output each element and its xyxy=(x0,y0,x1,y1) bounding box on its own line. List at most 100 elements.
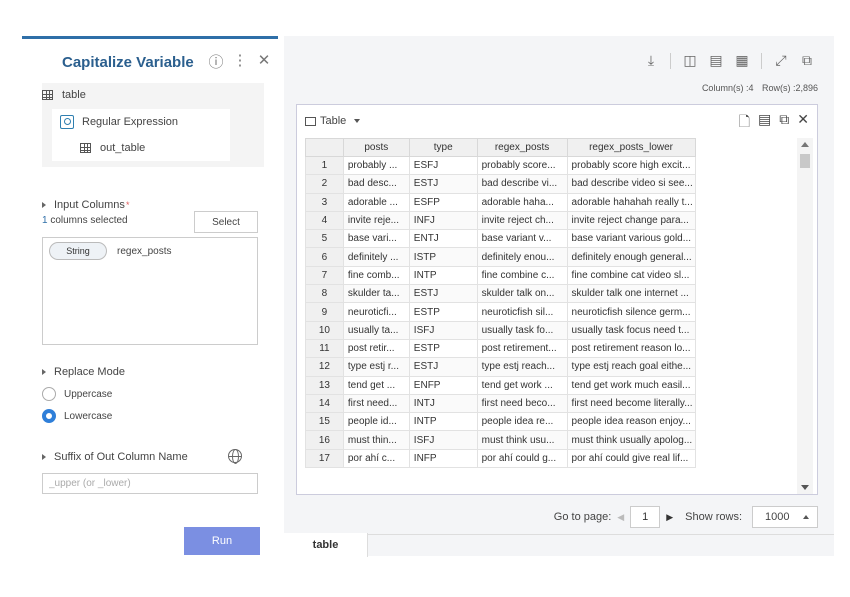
table-cell[interactable]: por ahí could give real lif... xyxy=(566,448,696,469)
table-cell[interactable]: usually ta... xyxy=(342,320,410,340)
table-cell[interactable]: first need... xyxy=(342,393,410,414)
replace-mode-section[interactable]: Replace Mode xyxy=(42,366,125,378)
input-columns-section[interactable]: Input Columns * xyxy=(42,199,129,211)
tree-item-operator[interactable]: Regular Expression xyxy=(52,109,230,135)
table-cell[interactable]: tend get ... xyxy=(342,375,410,395)
table-cell[interactable]: invite reje... xyxy=(342,210,410,231)
table-cell[interactable]: fine comb... xyxy=(342,265,410,286)
table-cell[interactable]: probably score high excit... xyxy=(566,155,696,176)
table-cell[interactable]: ENTJ xyxy=(408,229,478,249)
grid-icon[interactable]: ▦ xyxy=(729,52,755,69)
table-cell[interactable]: base variant v... xyxy=(476,229,568,249)
page-number-input[interactable] xyxy=(630,506,661,528)
table-cell[interactable]: INTP xyxy=(408,412,478,432)
table-cell[interactable]: INFJ xyxy=(408,210,478,231)
rows-per-page-stepper[interactable]: 1000 xyxy=(752,506,818,528)
popout-icon[interactable]: ⧉ xyxy=(794,52,820,69)
table-cell[interactable]: adorable ... xyxy=(342,192,410,212)
table-cell[interactable]: definitely ... xyxy=(342,247,410,267)
row-number-header[interactable] xyxy=(305,138,344,157)
table-cell[interactable]: bad describe vi... xyxy=(476,174,568,194)
scroll-up-icon[interactable] xyxy=(801,142,809,147)
table-cell[interactable]: adorable hahahah really t... xyxy=(566,192,696,212)
table-cell[interactable]: ESTJ xyxy=(408,284,478,304)
table-cell[interactable]: neuroticfi... xyxy=(342,302,410,322)
table-cell[interactable]: fine combine cat video sl... xyxy=(566,265,696,286)
table-cell[interactable]: bad describe video si see... xyxy=(566,174,696,194)
table-cell[interactable]: probably score... xyxy=(476,155,568,176)
tree-item-input-table[interactable]: table xyxy=(42,83,264,107)
table-row[interactable]: 7 fine comb... INTP fine combine c... fine c… xyxy=(305,265,813,286)
table-cell[interactable]: definitely enou... xyxy=(476,247,568,267)
table-cell[interactable]: ESTJ xyxy=(408,357,478,377)
table-cell[interactable]: ESTP xyxy=(408,302,478,322)
column-header[interactable]: regex_posts_lower xyxy=(566,138,696,157)
table-cell[interactable]: first need become literally... xyxy=(566,393,696,414)
vertical-scrollbar[interactable] xyxy=(797,138,813,494)
table-view-selector[interactable]: Table xyxy=(305,115,361,127)
split-horizontal-icon[interactable]: ▤ xyxy=(703,52,729,69)
radio-button-selected[interactable] xyxy=(42,409,56,423)
table-cell[interactable]: skulder talk on... xyxy=(476,284,568,304)
table-cell[interactable]: people idea re... xyxy=(476,412,568,432)
table-cell[interactable]: definitely enough general... xyxy=(566,247,696,267)
split-vertical-icon[interactable]: ◫ xyxy=(677,52,703,69)
next-page-icon[interactable]: ▶ xyxy=(666,512,673,523)
table-row[interactable]: 6 definitely ... ISTP definitely enou... def… xyxy=(305,247,813,267)
table-cell[interactable]: invite reject change para... xyxy=(566,210,696,231)
more-icon[interactable]: ⋮ xyxy=(232,51,248,72)
scroll-down-icon[interactable] xyxy=(801,485,809,490)
table-row[interactable]: 2 bad desc... ESTJ bad describe vi... bad de… xyxy=(305,174,813,194)
table-row[interactable]: 13 tend get ... ENFP tend get work ... tend … xyxy=(305,375,813,395)
suffix-input[interactable] xyxy=(42,473,258,494)
table-cell[interactable]: usually task focus need t... xyxy=(566,320,696,340)
radio-uppercase[interactable]: Uppercase xyxy=(42,387,112,401)
run-button[interactable]: Run xyxy=(184,527,260,555)
table-cell[interactable]: base vari... xyxy=(342,229,410,249)
radio-button[interactable] xyxy=(42,387,56,401)
table-row[interactable]: 9 neuroticfi... ESTP neuroticfish sil... neu… xyxy=(305,302,813,322)
table-cell[interactable]: probably ... xyxy=(342,155,410,176)
table-row[interactable]: 8 skulder ta... ESTJ skulder talk on... skul… xyxy=(305,284,813,304)
table-cell[interactable]: must thin... xyxy=(342,430,410,450)
table-cell[interactable]: must think usually apolog... xyxy=(566,430,696,450)
close-icon[interactable]: ✕ xyxy=(256,51,272,72)
table-row[interactable]: 12 type estj r... ESTJ type estj reach... ty… xyxy=(305,357,813,377)
download-icon[interactable]: ⤓ xyxy=(638,52,664,69)
table-cell[interactable]: bad desc... xyxy=(342,174,410,194)
column-header[interactable]: regex_posts xyxy=(476,138,568,157)
column-header[interactable]: posts xyxy=(342,138,410,157)
tab-table[interactable]: table xyxy=(284,533,368,557)
table-cell[interactable]: invite reject ch... xyxy=(476,210,568,231)
table-cell[interactable]: must think usu... xyxy=(476,430,568,450)
table-row[interactable]: 4 invite reje... INFJ invite reject ch... in… xyxy=(305,210,813,231)
table-cell[interactable]: tend get work much easil... xyxy=(566,375,696,395)
suffix-section[interactable]: Suffix of Out Column Name xyxy=(42,451,188,463)
chevron-up-icon[interactable] xyxy=(803,515,809,519)
table-cell[interactable]: usually task fo... xyxy=(476,320,568,340)
table-cell[interactable]: ISFJ xyxy=(408,430,478,450)
column-header[interactable]: type xyxy=(408,138,478,157)
table-view-icon[interactable]: ▤ xyxy=(758,111,771,135)
table-row[interactable]: 14 first need... INTJ first need beco... fir… xyxy=(305,393,813,414)
table-cell[interactable]: ISTP xyxy=(408,247,478,267)
table-row[interactable]: 10 usually ta... ISFJ usually task fo... usu… xyxy=(305,320,813,340)
table-cell[interactable]: type estj reach goal eithe... xyxy=(566,357,696,377)
table-row[interactable]: 3 adorable ... ESFP adorable haha... adorabl… xyxy=(305,192,813,212)
table-cell[interactable]: por ahí c... xyxy=(342,448,410,469)
table-cell[interactable]: INTJ xyxy=(408,393,478,414)
table-cell[interactable]: type estj reach... xyxy=(476,357,568,377)
table-cell[interactable]: skulder talk one internet ... xyxy=(566,284,696,304)
table-row[interactable]: 1 probably ... ESFJ probably score... probab… xyxy=(305,155,813,176)
tree-item-output-table[interactable]: out_table xyxy=(52,135,230,161)
table-row[interactable]: 11 post retir... ESTP post retirement... pos… xyxy=(305,338,813,359)
table-row[interactable]: 17 por ahí c... INFP por ahí could g... por … xyxy=(305,448,813,469)
copy-icon[interactable]: ⧉ xyxy=(779,111,789,135)
table-cell[interactable]: type estj r... xyxy=(342,357,410,377)
table-row[interactable]: 5 base vari... ENTJ base variant v... base v… xyxy=(305,229,813,249)
table-cell[interactable]: people id... xyxy=(342,412,410,432)
table-cell[interactable]: ENFP xyxy=(408,375,478,395)
table-cell[interactable]: por ahí could g... xyxy=(476,448,568,469)
table-cell[interactable]: ISFJ xyxy=(408,320,478,340)
prev-page-icon[interactable]: ◀ xyxy=(617,512,624,523)
